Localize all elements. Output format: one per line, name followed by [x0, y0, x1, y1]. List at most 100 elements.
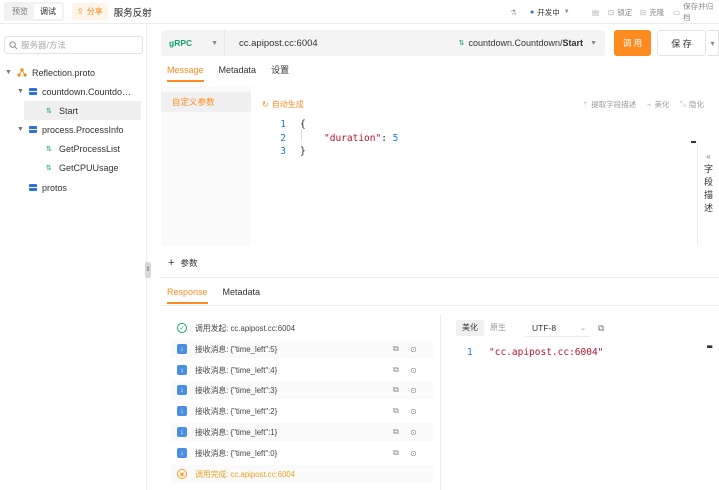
lock-label: 锁定 [617, 7, 633, 17]
env-icon[interactable]: ⚗ [510, 0, 520, 24]
view-beautify[interactable]: 美化 [456, 320, 484, 336]
add-param-label: 参数 [180, 258, 198, 268]
response-log-row[interactable]: ✓ 调用发起: cc.apipost.cc:6004 [171, 319, 433, 337]
env-dot-icon: ● [530, 8, 535, 16]
grpc-method-icon: ⇅ [458, 40, 465, 47]
view-raw[interactable]: 原生 [484, 320, 512, 336]
copy-icon[interactable]: ⧉ [393, 448, 399, 458]
method-prefix: countdown.Countdown/ [468, 38, 563, 48]
log-text: 调用完成: cc.apipost.cc:6004 [195, 469, 296, 479]
collapse-label: 隐化 [689, 99, 704, 109]
chevron-down-icon: ▼ [211, 39, 218, 47]
response-log-row[interactable]: ↓ 接收消息: {"time_left":0} ⧉ ⊙ [171, 444, 433, 462]
tab-response-metadata[interactable]: Metadata [223, 286, 261, 304]
tree-label: GetProcessList [59, 143, 121, 154]
grpc-method-icon: ⇅ [46, 145, 52, 153]
chevron-down-icon: ▼ [17, 88, 24, 95]
field-desc-char: 述 [703, 203, 713, 213]
mode-debug[interactable]: 调试 [34, 4, 62, 19]
more-icon[interactable]: ▾ [707, 30, 719, 56]
custom-param-item[interactable]: 自定义参数 [161, 92, 251, 112]
protocol-select[interactable]: gRPC ▼ [161, 30, 225, 56]
clone-icon: ⊟ [640, 7, 647, 17]
response-log-row[interactable]: ◉ 调用完成: cc.apipost.cc:6004 [171, 465, 433, 483]
tree-node-countdown-service[interactable]: ▼ countdown.Countdo… [17, 82, 141, 101]
encoding-select[interactable]: UTF-8 ⌄ [526, 319, 590, 337]
info-icon[interactable]: ⊙ [410, 407, 417, 416]
response-log-row[interactable]: ↓ 接收消息: {"time_left":2} ⧉ ⊙ [171, 402, 433, 420]
tab-message[interactable]: Message [167, 64, 204, 82]
field-description-panel-toggle[interactable]: « 字 段 描 述 [697, 142, 719, 246]
tree-label: Reflection.proto [32, 67, 96, 78]
chevron-down-icon: ▼ [5, 69, 12, 76]
copy-icon[interactable]: ⧉ [393, 385, 399, 395]
response-body[interactable]: "cc.apipost.cc:6004" [489, 347, 603, 358]
tree-label: process.ProcessInfo [42, 124, 124, 135]
grpc-method-icon: ⇅ [46, 107, 52, 115]
chevron-down-icon: ▼ [17, 126, 24, 133]
receive-arrow-icon: ↓ [177, 448, 187, 458]
scroll-marker [691, 141, 696, 143]
call-button[interactable]: 调 用 [614, 30, 651, 56]
indent-guide [301, 129, 302, 141]
info-icon[interactable]: ⊙ [410, 449, 417, 458]
beautify-label: 美化 [654, 99, 670, 109]
beautify-button[interactable]: ⌁ 美化 [647, 98, 670, 110]
receive-arrow-icon: ↓ [177, 365, 187, 375]
response-log-row[interactable]: ↓ 接收消息: {"time_left":1} ⧉ ⊙ [171, 423, 433, 441]
tree-node-start-method[interactable]: ⇅ Start [24, 101, 141, 120]
log-text: 接收消息: {"time_left":1} [195, 427, 278, 437]
response-log-row[interactable]: ↓ 接收消息: {"time_left":3} ⧉ ⊙ [171, 381, 433, 399]
share-icon: ⇪ [77, 7, 84, 16]
info-icon[interactable]: ⊙ [410, 366, 417, 375]
tab-response[interactable]: Response [167, 286, 208, 304]
tree-node-protos[interactable]: protos [29, 178, 141, 197]
tree-label: countdown.Countdo… [42, 86, 132, 97]
archive-icon: ▭ [673, 7, 681, 17]
extract-desc-button[interactable]: ⇡ 提取字段描述 [582, 98, 636, 110]
response-log-row[interactable]: ↓ 接收消息: {"time_left":4} ⧉ ⊙ [171, 361, 433, 379]
collapse-button[interactable]: ⤡ 隐化 [680, 98, 704, 110]
response-log-row[interactable]: ↓ 接收消息: {"time_left":5} ⧉ ⊙ [171, 340, 433, 358]
chevron-down-icon: ⌄ [580, 324, 586, 332]
info-icon[interactable]: ⊙ [410, 428, 417, 437]
method-select[interactable]: ⇅ countdown.Countdown/Start ▼ [459, 30, 597, 56]
sidebar-resize-handle[interactable]: ‖ [145, 262, 151, 278]
url-input[interactable]: cc.apipost.cc:6004 [239, 38, 318, 49]
copy-icon[interactable]: ⧉ [393, 365, 399, 375]
file-icon[interactable]: ▤ [592, 0, 602, 24]
log-text: 接收消息: {"time_left":3} [195, 385, 278, 395]
tab-settings[interactable]: 设置 [271, 64, 289, 82]
tree-node-reflection-proto[interactable]: ▼ Reflection.proto [5, 63, 145, 82]
tree-label: Start [59, 105, 79, 116]
request-tabs: Message Metadata 设置 [167, 64, 304, 82]
copy-icon[interactable]: ⧉ [393, 344, 399, 354]
search-input[interactable]: 服务器/方法 [4, 36, 143, 54]
clone-button[interactable]: ⊟ 克隆 [640, 0, 664, 24]
log-text: 调用发起: cc.apipost.cc:6004 [195, 323, 296, 333]
share-button[interactable]: ⇪ 分享 [72, 3, 108, 20]
mode-switch: 预览 调试 [4, 2, 64, 21]
divider [440, 314, 441, 490]
copy-icon[interactable]: ⧉ [598, 323, 604, 334]
tree-node-getprocesslist[interactable]: ⇅ GetProcessList [46, 139, 141, 158]
save-button[interactable]: 保 存 [657, 30, 706, 56]
env-selector[interactable]: ● 开发中 ▼ [530, 0, 570, 24]
lock-button[interactable]: ⊡ 锁定 [608, 0, 632, 24]
tree-node-getcpuusage[interactable]: ⇅ GetCPUUsage [46, 158, 141, 177]
tab-metadata[interactable]: Metadata [219, 64, 257, 82]
info-icon[interactable]: ⊙ [410, 386, 417, 395]
message-editor[interactable] [255, 92, 695, 246]
response-toolbar: 美化 原生 UTF-8 ⌄ ⧉ [456, 319, 604, 337]
proto-file-icon [17, 68, 27, 77]
lock-icon: ⊡ [608, 7, 615, 17]
add-param-button[interactable]: + 参数 [168, 256, 197, 270]
copy-icon[interactable]: ⧉ [393, 427, 399, 437]
copy-icon[interactable]: ⧉ [393, 406, 399, 416]
receive-arrow-icon: ↓ [177, 427, 187, 437]
mode-preview[interactable]: 预览 [6, 4, 34, 19]
tree-node-processinfo-service[interactable]: ▼ process.ProcessInfo [17, 120, 141, 139]
save-archive-button[interactable]: ▭ 保存并归档 [673, 0, 719, 24]
auto-generate-button[interactable]: ↻ 自动生成 [262, 98, 304, 110]
info-icon[interactable]: ⊙ [410, 345, 417, 354]
